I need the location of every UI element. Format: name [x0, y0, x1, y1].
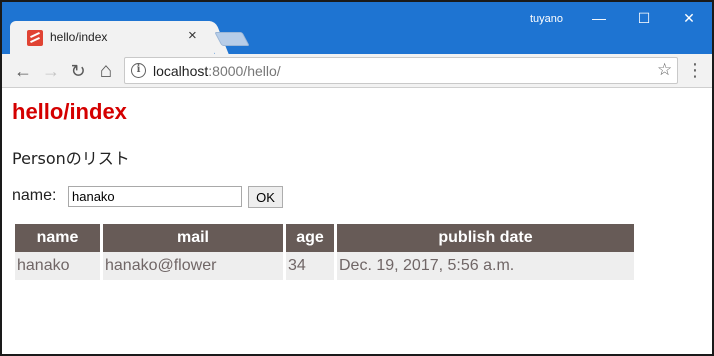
tab-hello-index[interactable]: hello/index × [10, 21, 214, 54]
page-content: hello/index Personのリスト name: OK name mai… [2, 89, 712, 354]
close-window-icon[interactable]: ✕ [674, 8, 704, 28]
url-path: :8000/hello/ [208, 63, 281, 79]
header-publish-date: publish date [337, 224, 634, 252]
forward-arrow-icon[interactable]: → [39, 59, 63, 83]
browser-toolbar: ← → ↻ ⌂ i localhost:8000/hello/ ☆ ⋮ [2, 54, 712, 88]
back-arrow-icon[interactable]: ← [11, 59, 35, 83]
address-bar[interactable]: i localhost:8000/hello/ ☆ [124, 57, 678, 84]
tab-close-icon[interactable]: × [188, 27, 197, 45]
info-icon[interactable]: i [131, 63, 146, 78]
minimize-icon[interactable]: — [584, 8, 614, 28]
url-text[interactable]: localhost:8000/hello/ [153, 63, 281, 79]
bookmark-star-icon[interactable]: ☆ [657, 60, 672, 80]
reload-icon[interactable]: ↻ [66, 59, 90, 83]
ok-button[interactable]: OK [248, 186, 283, 208]
table-header-row: name mail age publish date [15, 224, 634, 252]
cell-publish-date: Dec. 19, 2017, 5:56 a.m. [337, 252, 634, 280]
tab-title: hello/index [50, 30, 108, 44]
table-row: hanako hanako@flower 34 Dec. 19, 2017, 5… [15, 252, 634, 280]
person-table: name mail age publish date hanako hanako… [12, 224, 637, 280]
profile-user-name[interactable]: tuyano [530, 13, 563, 25]
django-favicon-icon [27, 30, 43, 46]
name-label: name: [12, 187, 57, 204]
page-title: hello/index [12, 99, 127, 124]
cell-name: hanako [15, 252, 100, 280]
menu-dots-icon[interactable]: ⋮ [686, 60, 704, 82]
maximize-icon[interactable]: ☐ [629, 8, 659, 28]
cell-age: 34 [286, 252, 334, 280]
header-age: age [286, 224, 334, 252]
home-icon[interactable]: ⌂ [94, 59, 118, 83]
name-input[interactable] [68, 186, 242, 207]
header-mail: mail [103, 224, 283, 252]
browser-window: hello/index × tuyano — ☐ ✕ ← → ↻ ⌂ i loc… [0, 0, 714, 356]
cell-mail: hanako@flower [103, 252, 283, 280]
url-host: localhost [153, 63, 209, 79]
header-name: name [15, 224, 100, 252]
title-bar: hello/index × tuyano — ☐ ✕ [2, 2, 712, 54]
page-subtitle: Personのリスト [12, 149, 130, 168]
